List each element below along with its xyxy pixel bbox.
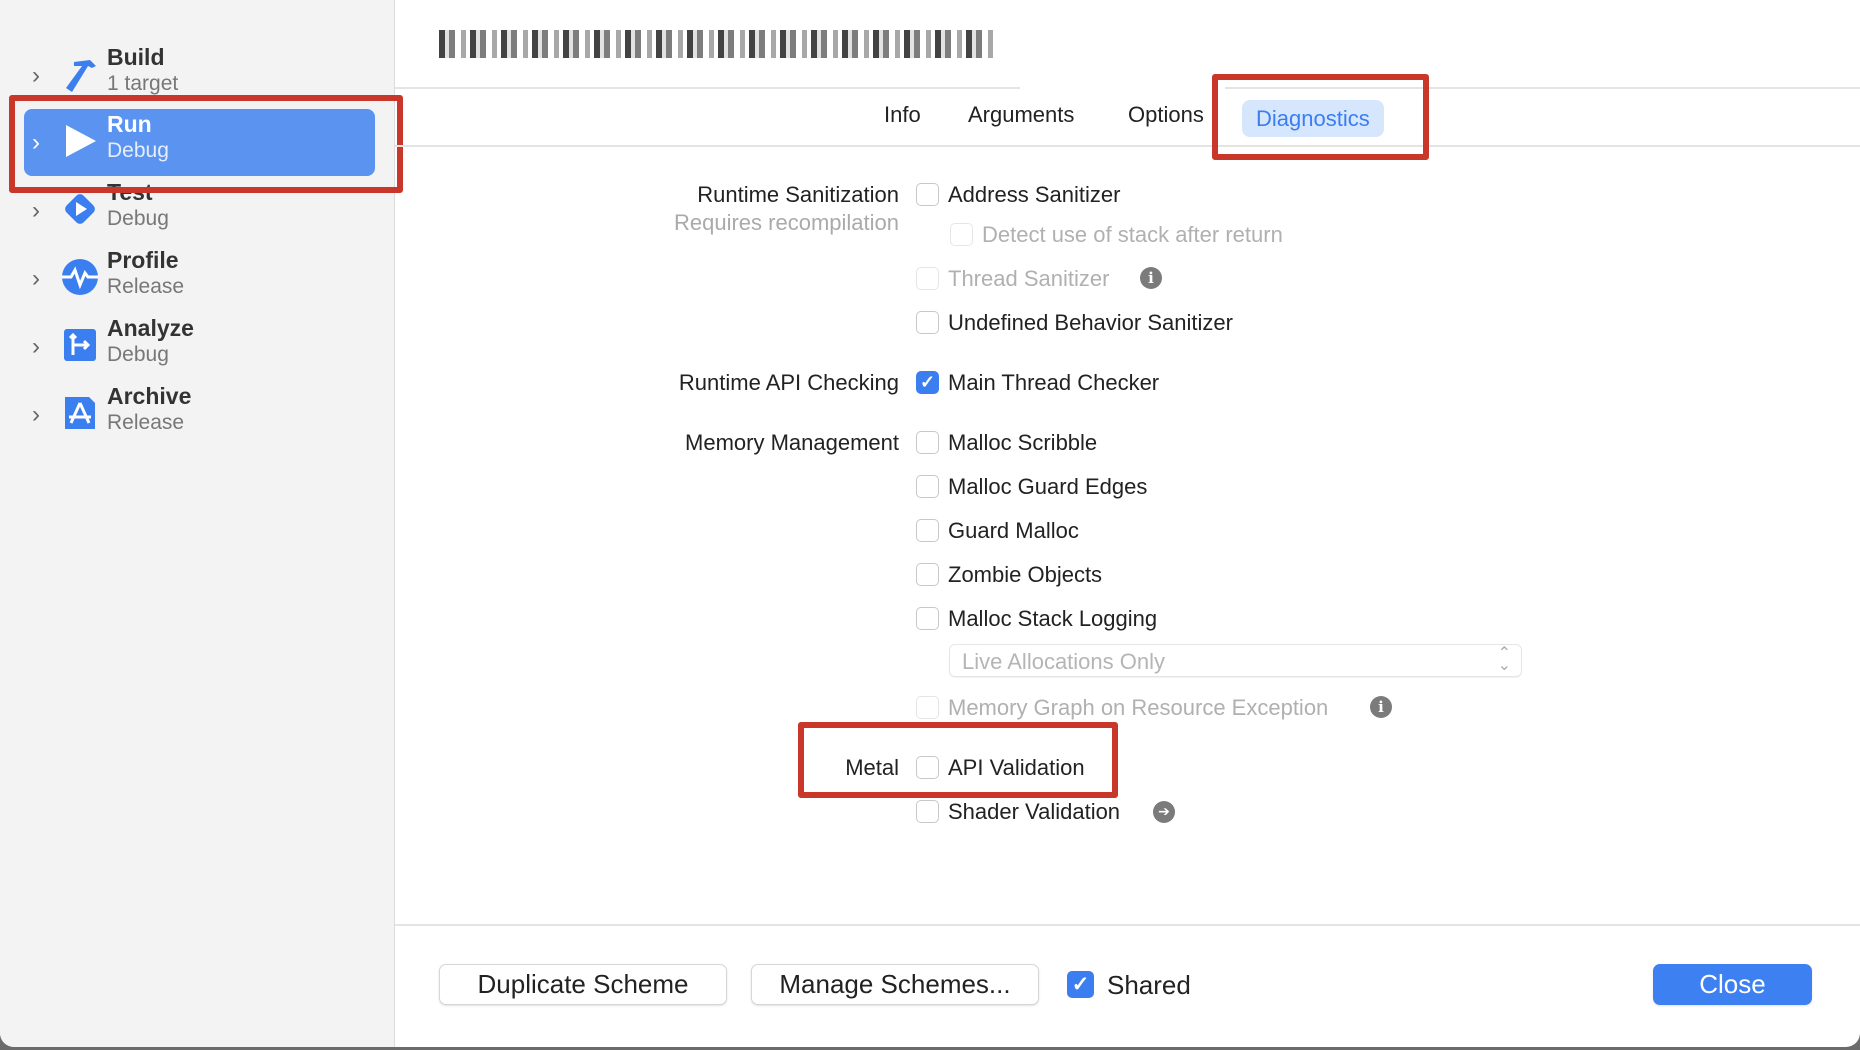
annotation-highlight-run: [9, 95, 403, 193]
sidebar-item-archive[interactable]: › Archive Release: [24, 381, 375, 448]
shared-label: Shared: [1107, 970, 1191, 1000]
thread-sanitizer-checkbox[interactable]: [916, 267, 939, 290]
main-thread-checker-label: Main Thread Checker: [948, 370, 1160, 395]
chevron-right-icon[interactable]: ›: [32, 265, 40, 293]
manage-schemes-button[interactable]: Manage Schemes...: [751, 964, 1039, 1005]
malloc-guard-edges-checkbox[interactable]: [916, 475, 939, 498]
divider: [395, 145, 1860, 147]
tab-arguments[interactable]: Arguments: [968, 102, 1074, 128]
scheme-title-redacted: [439, 30, 994, 58]
shader-validation-checkbox[interactable]: [916, 800, 939, 823]
detect-stack-checkbox[interactable]: [950, 223, 973, 246]
tab-info[interactable]: Info: [884, 102, 921, 128]
annotation-highlight-metal: [798, 722, 1118, 798]
tab-options[interactable]: Options: [1128, 102, 1204, 128]
select-value: Live Allocations Only: [962, 649, 1165, 674]
analyze-icon: [64, 329, 96, 361]
address-sanitizer-checkbox[interactable]: [916, 183, 939, 206]
malloc-scribble-label: Malloc Scribble: [948, 430, 1098, 455]
info-icon[interactable]: i: [1140, 267, 1162, 289]
info-icon[interactable]: i: [1370, 696, 1392, 718]
section-label-runtime-sanitization: Runtime Sanitization: [697, 182, 899, 207]
detect-stack-label: Detect use of stack after return: [982, 222, 1283, 247]
chevron-right-icon[interactable]: ›: [32, 62, 40, 90]
scheme-editor-window: › Build 1 target › Run Debug › Test Debu…: [0, 0, 1860, 1047]
sidebar-item-profile[interactable]: › Profile Release: [24, 245, 375, 312]
zombie-objects-checkbox[interactable]: [916, 563, 939, 586]
ub-sanitizer-label: Undefined Behavior Sanitizer: [948, 310, 1233, 335]
section-label-runtime-api: Runtime API Checking: [678, 370, 899, 395]
address-sanitizer-label: Address Sanitizer: [948, 182, 1121, 207]
zombie-objects-label: Zombie Objects: [948, 562, 1103, 587]
waveform-icon: [62, 259, 98, 295]
test-diamond-icon: [65, 194, 95, 224]
guard-malloc-checkbox[interactable]: [916, 519, 939, 542]
thread-sanitizer-label: Thread Sanitizer: [948, 266, 1110, 291]
malloc-stack-logging-checkbox[interactable]: [916, 607, 939, 630]
hammer-icon: [66, 60, 96, 92]
memory-graph-checkbox[interactable]: [916, 696, 939, 719]
memory-graph-label: Memory Graph on Resource Exception: [948, 695, 1329, 720]
annotation-highlight-diagnostics: [1212, 74, 1429, 160]
archive-icon: [65, 397, 95, 429]
guard-malloc-label: Guard Malloc: [948, 518, 1079, 543]
footer-divider: [395, 924, 1860, 926]
shader-validation-label: Shader Validation: [948, 799, 1121, 824]
chevron-right-icon[interactable]: ›: [32, 401, 40, 429]
ub-sanitizer-checkbox[interactable]: [916, 311, 939, 334]
section-label-memory: Memory Management: [685, 430, 899, 455]
shared-checkbox[interactable]: ✓: [1067, 971, 1094, 998]
updown-chevron-icon: ⌃ ⌄: [1497, 645, 1511, 674]
chevron-right-icon[interactable]: ›: [32, 333, 40, 361]
malloc-guard-edges-label: Malloc Guard Edges: [948, 474, 1148, 499]
close-button[interactable]: Close: [1653, 964, 1812, 1005]
malloc-scribble-checkbox[interactable]: [916, 431, 939, 454]
divider: [395, 87, 1020, 89]
arrow-right-circle-icon[interactable]: ➔: [1153, 801, 1175, 823]
duplicate-scheme-button[interactable]: Duplicate Scheme: [439, 964, 727, 1005]
malloc-stack-logging-label: Malloc Stack Logging: [948, 606, 1158, 631]
malloc-stack-mode-select[interactable]: Live Allocations Only ⌃ ⌄: [949, 644, 1522, 677]
sidebar-item-analyze[interactable]: › Analyze Debug: [24, 313, 375, 380]
chevron-right-icon[interactable]: ›: [32, 197, 40, 225]
requires-recompilation-note: Requires recompilation: [674, 210, 899, 235]
main-thread-checker-checkbox[interactable]: ✓: [916, 371, 939, 394]
